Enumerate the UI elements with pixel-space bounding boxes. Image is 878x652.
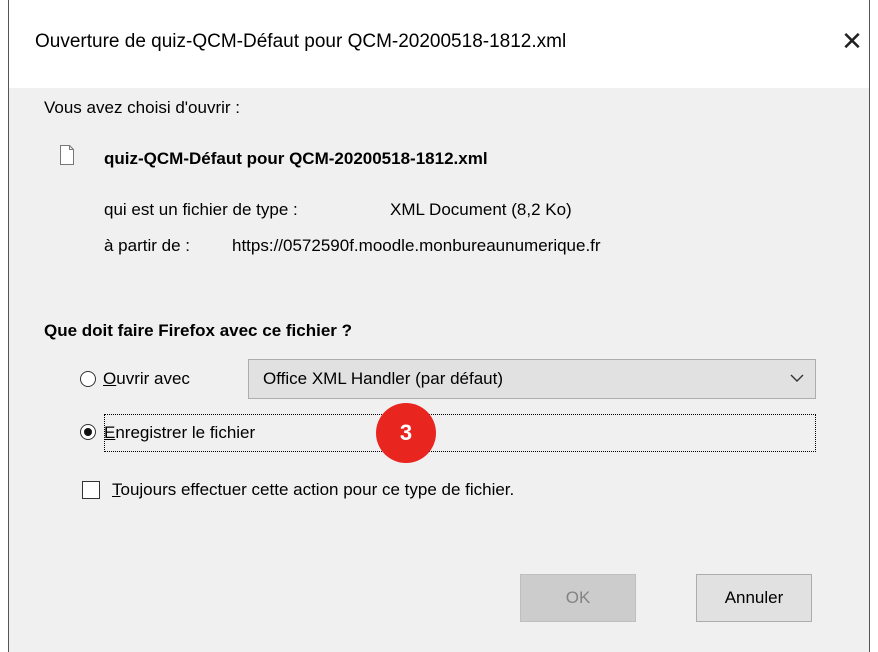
source-url: https://0572590f.moodle.monbureaunumeriq… <box>232 236 601 255</box>
question-heading: Que doit faire Firefox avec ce fichier ? <box>44 321 352 340</box>
always-label[interactable]: Toujours effectuer cette action pour ce … <box>112 480 514 500</box>
open-with-radio[interactable] <box>80 371 96 387</box>
always-label-rest: oujours effectuer cette action pour ce t… <box>120 480 515 499</box>
save-file-label-rest: nregistrer le fichier <box>115 423 256 442</box>
always-checkbox[interactable] <box>82 481 100 499</box>
open-with-accesskey: O <box>103 369 117 388</box>
chevron-down-icon <box>790 374 804 382</box>
file-type-label: qui est un fichier de type : <box>104 200 298 219</box>
title-bar: Ouverture de quiz-QCM-Défaut pour QCM-20… <box>9 0 869 88</box>
save-file-accesskey: E <box>104 423 116 442</box>
always-accesskey: T <box>112 480 121 499</box>
save-file-radio[interactable] <box>80 424 96 440</box>
ok-button[interactable]: OK <box>520 574 636 622</box>
intro-text: Vous avez choisi d'ouvrir : <box>44 98 241 117</box>
source-label: à partir de : <box>104 236 190 255</box>
step-badge: 3 <box>376 403 436 463</box>
cancel-button[interactable]: Annuler <box>696 574 812 622</box>
open-with-label[interactable]: Ouvrir avec <box>103 369 190 389</box>
window-border-right <box>869 0 870 652</box>
close-icon[interactable]: ✕ <box>835 24 869 58</box>
open-with-label-rest: uvrir avec <box>116 369 190 388</box>
file-name: quiz-QCM-Défaut pour QCM-20200518-1812.x… <box>104 149 488 168</box>
save-file-label[interactable]: Enregistrer le fichier <box>104 423 255 443</box>
handler-select-value: Office XML Handler (par défaut) <box>263 369 504 388</box>
file-type-value: XML Document (8,2 Ko) <box>390 200 572 219</box>
window-title: Ouverture de quiz-QCM-Défaut pour QCM-20… <box>35 31 567 52</box>
file-icon <box>60 145 74 165</box>
handler-select[interactable]: Office XML Handler (par défaut) <box>248 359 816 399</box>
